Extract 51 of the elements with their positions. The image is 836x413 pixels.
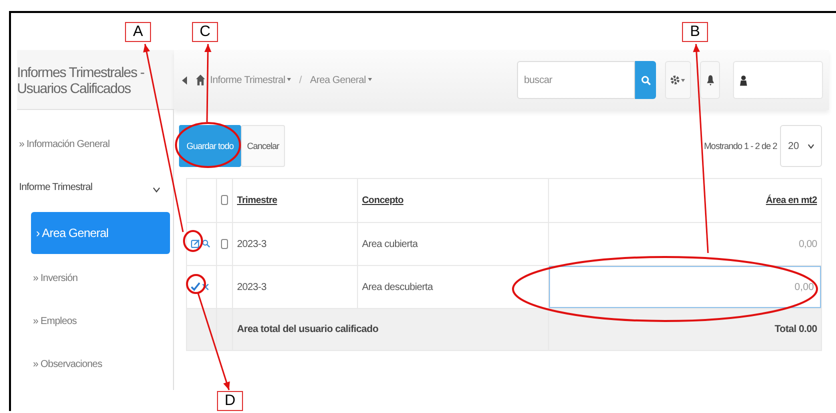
callout-label: D xyxy=(217,391,243,411)
sidebar-item[interactable]: » Inversión xyxy=(17,257,173,300)
area-input[interactable]: 0,00 xyxy=(549,266,821,308)
total-value: Total 0.00 xyxy=(774,324,817,335)
gear-icon xyxy=(669,74,687,86)
check-icon[interactable] xyxy=(191,282,200,292)
save-button[interactable]: Guardar todo xyxy=(179,125,241,167)
header-checkbox[interactable] xyxy=(221,195,228,206)
sidebar-item[interactable]: Informe Trimestral xyxy=(17,166,173,209)
search-icon[interactable] xyxy=(202,239,210,248)
callout-label: B xyxy=(682,22,708,42)
breadcrumb-separator: / xyxy=(299,74,302,86)
row-checkbox[interactable] xyxy=(221,238,228,249)
highlight-ellipse xyxy=(183,230,203,252)
bell-icon xyxy=(706,74,714,86)
table-cell: 2023-3 xyxy=(237,282,266,292)
breadcrumb-link[interactable]: Informe Trimestral xyxy=(210,74,292,86)
sidebar-item[interactable]: » Observaciones xyxy=(17,343,173,386)
sidebar-item[interactable]: › Area General xyxy=(31,212,170,254)
table-cell: Area descubierta xyxy=(362,282,433,292)
sidebar-item[interactable]: » Información General xyxy=(17,123,173,166)
home-icon[interactable] xyxy=(196,74,205,86)
paging-text: Mostrando 1 - 2 de 2 xyxy=(704,141,777,151)
user-icon xyxy=(740,74,747,86)
sidebar-item[interactable]: » Empleos xyxy=(17,300,173,343)
app-title: Informes Trimestrales - Usuarios Calificados xyxy=(17,64,146,96)
search-icon xyxy=(640,74,650,86)
table-cell: 2023-3 xyxy=(237,238,266,250)
chevron-icon[interactable] xyxy=(153,187,160,193)
search-field[interactable]: buscar xyxy=(517,61,635,99)
table-cell: 0,00 xyxy=(798,238,817,250)
highlight-ellipse xyxy=(175,122,241,168)
edit-icon[interactable] xyxy=(191,239,200,248)
notifications-button[interactable] xyxy=(700,61,720,99)
callout-label: A xyxy=(125,22,151,42)
highlight-ellipse xyxy=(186,274,206,294)
total-label: Area total del usuario calificado xyxy=(237,324,378,335)
user-field[interactable] xyxy=(733,61,823,99)
close-icon[interactable] xyxy=(202,282,209,291)
column-header[interactable]: Concepto xyxy=(362,195,404,206)
callout-label: C xyxy=(192,22,218,42)
settings-button[interactable] xyxy=(665,61,691,99)
chevron-icon xyxy=(808,144,814,148)
table-cell: Area cubierta xyxy=(362,238,418,250)
page-size-select[interactable]: 20 xyxy=(780,125,822,167)
cancel-button[interactable]: Cancelar xyxy=(241,125,285,167)
back-arrow-icon[interactable] xyxy=(182,76,187,84)
column-header[interactable]: Área en mt2 xyxy=(766,195,817,206)
breadcrumb-link[interactable]: Area General xyxy=(310,74,372,86)
search-button[interactable] xyxy=(635,61,656,99)
column-header[interactable]: Trimestre xyxy=(237,195,278,206)
